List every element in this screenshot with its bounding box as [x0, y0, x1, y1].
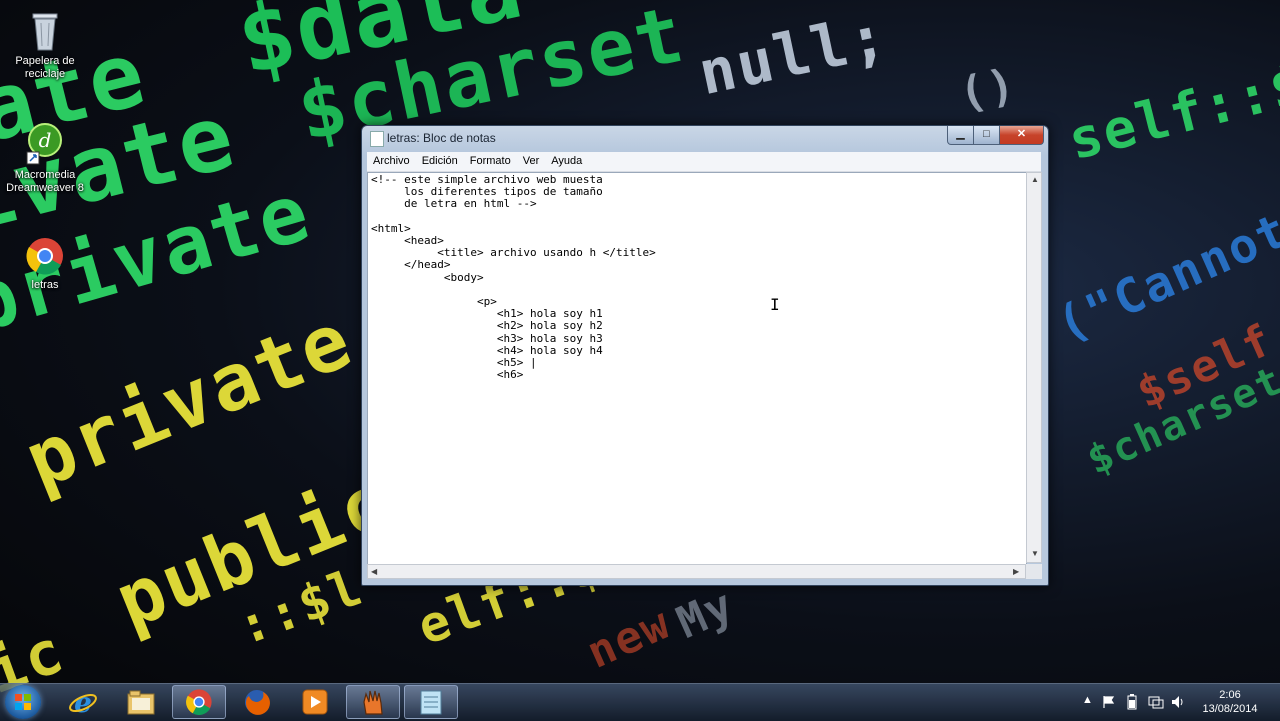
- recycle-bin-icon: [32, 13, 58, 51]
- clock-time: 2:06: [1219, 689, 1241, 701]
- wallpaper-word: ::$l: [230, 557, 371, 657]
- show-hidden-icon[interactable]: ▲: [1082, 694, 1093, 706]
- wallpaper-word: My: [669, 579, 743, 649]
- wallpaper-word: new: [579, 597, 679, 679]
- scroll-up-arrow-icon[interactable]: ▲: [1031, 175, 1039, 184]
- clock-date: 13/08/2014: [1202, 703, 1258, 715]
- taskbar-media-player[interactable]: [288, 685, 342, 719]
- svg-text:d: d: [39, 128, 52, 152]
- menu-formato[interactable]: Formato: [464, 152, 517, 167]
- desktop-icon-recycle-bin[interactable]: Papelera de reciclaje: [0, 8, 90, 81]
- resize-grip[interactable]: [1026, 564, 1042, 579]
- horizontal-scrollbar[interactable]: ◀ ▶: [367, 564, 1026, 579]
- wallpaper-word: private: [13, 294, 365, 507]
- dreamweaver-icon: d: [26, 123, 62, 165]
- desktop-icon-label: letras: [31, 279, 59, 291]
- taskbar-file-explorer[interactable]: [114, 685, 168, 719]
- scroll-down-arrow-icon[interactable]: ▼: [1031, 549, 1039, 558]
- taskbar-dreamweaver-hand[interactable]: [346, 685, 400, 719]
- volume-icon[interactable]: [1170, 694, 1186, 710]
- wallpaper-word: null;: [692, 1, 894, 110]
- window-title: letras: Bloc de notas: [387, 131, 496, 145]
- scroll-right-arrow-icon[interactable]: ▶: [1013, 567, 1019, 576]
- system-clock[interactable]: 2:06 13/08/2014: [1190, 688, 1270, 716]
- action-center-flag-icon[interactable]: [1102, 695, 1116, 709]
- wallpaper-word: $charset: [1080, 357, 1280, 485]
- file-explorer-icon: [127, 690, 155, 715]
- close-button[interactable]: ✕: [999, 126, 1044, 145]
- ibeam-cursor-icon: I: [770, 295, 780, 314]
- dreamweaver-hand-icon: [363, 690, 383, 715]
- firefox-icon: [245, 690, 270, 715]
- wallpaper-word: $data: [228, 0, 532, 96]
- notepad-icon: [420, 690, 442, 715]
- windows-logo-icon: [15, 694, 31, 710]
- media-player-icon: [302, 689, 328, 715]
- notepad-icon: [370, 131, 384, 147]
- wallpaper-word: public: [103, 455, 403, 646]
- vertical-scrollbar[interactable]: ▲ ▼: [1026, 172, 1042, 563]
- taskbar-chrome[interactable]: [172, 685, 226, 719]
- scroll-left-arrow-icon[interactable]: ◀: [371, 567, 377, 576]
- internet-explorer-icon: e: [69, 687, 97, 717]
- desktop-icon-dreamweaver[interactable]: d Macromedia Dreamweaver 8: [0, 122, 90, 195]
- desktop-icon-letras[interactable]: letras: [0, 236, 90, 292]
- taskbar-notepad[interactable]: [404, 685, 458, 719]
- battery-icon[interactable]: [1126, 694, 1138, 710]
- chrome-icon: [186, 689, 212, 715]
- desktop-icon-label: Papelera de reciclaje: [15, 55, 75, 80]
- taskbar-firefox[interactable]: [230, 685, 284, 719]
- taskbar: e ▲ 2:06 13/08/2014: [0, 683, 1280, 721]
- wallpaper-word: ("Cannot: [1048, 201, 1280, 354]
- text-editor[interactable]: <!-- este simple archivo web muesta los …: [367, 172, 1027, 565]
- menu-ayuda[interactable]: Ayuda: [545, 152, 588, 167]
- maximize-button[interactable]: □: [973, 126, 1000, 145]
- wallpaper-word: (): [954, 58, 1022, 121]
- wallpaper-word: self::$ho: [1062, 35, 1280, 173]
- minimize-button[interactable]: ▁: [947, 126, 974, 145]
- menu-ver[interactable]: Ver: [517, 152, 546, 167]
- desktop-icon-label: Macromedia Dreamweaver 8: [6, 169, 84, 194]
- taskbar-internet-explorer[interactable]: e: [56, 685, 110, 719]
- wallpaper-word: $self: [1129, 314, 1280, 419]
- menu-archivo[interactable]: Archivo: [367, 152, 416, 167]
- notepad-window[interactable]: letras: Bloc de notas ▁ □ ✕ Archivo Edici…: [361, 125, 1049, 586]
- title-bar[interactable]: letras: Bloc de notas ▁ □ ✕: [362, 126, 1048, 150]
- chrome-icon: [26, 238, 63, 275]
- network-icon[interactable]: [1148, 694, 1164, 710]
- menu-bar: Archivo Edición Formato Ver Ayuda: [367, 152, 1041, 172]
- editor-content[interactable]: <!-- este simple archivo web muesta los …: [368, 173, 1026, 381]
- menu-edicion[interactable]: Edición: [416, 152, 464, 167]
- start-button[interactable]: [5, 685, 41, 719]
- svg-text:e: e: [74, 687, 92, 717]
